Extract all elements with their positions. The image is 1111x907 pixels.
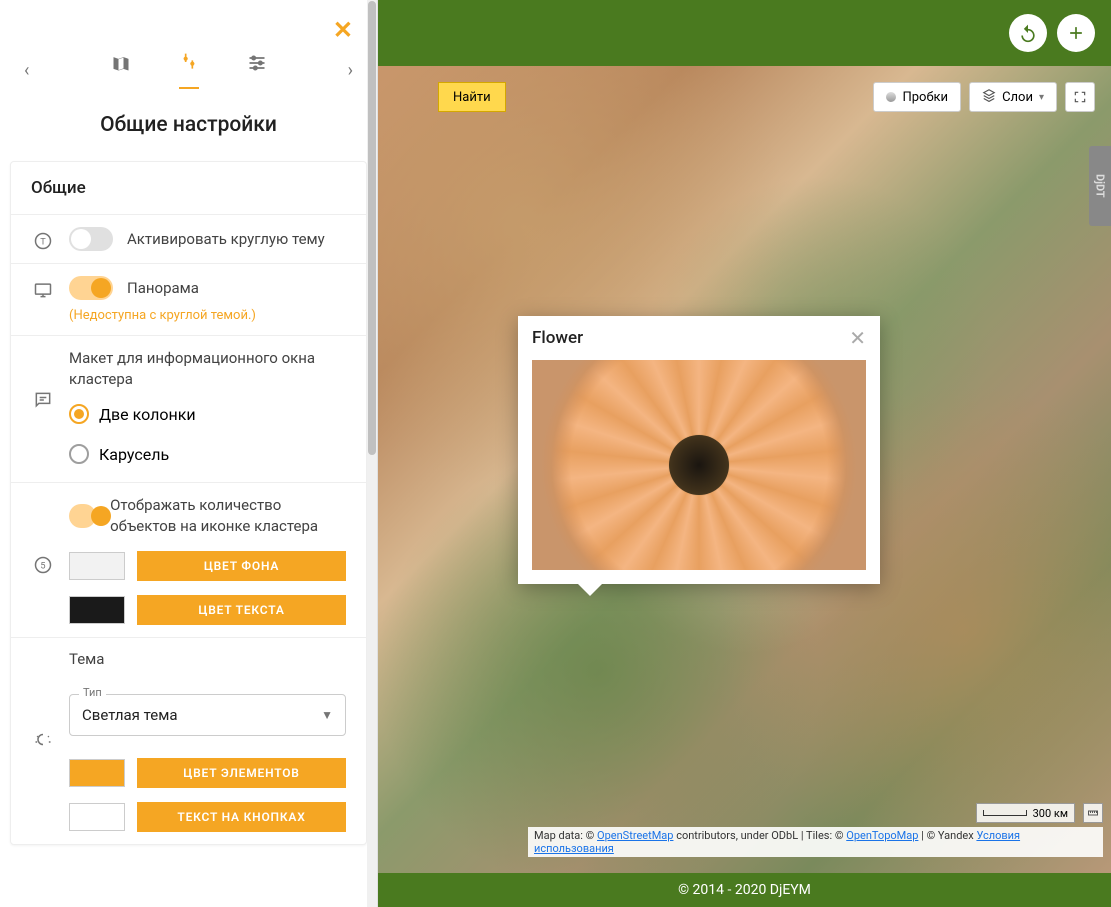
map-canvas[interactable]: Найти Пробки Слои ▾ DjDT Flower ✕ [378, 66, 1111, 873]
osm-link[interactable]: OpenStreetMap [597, 829, 673, 842]
radio-carousel[interactable]: Карусель [69, 438, 346, 470]
layers-icon [982, 88, 996, 106]
tab-sliders-icon[interactable] [247, 53, 267, 88]
chevron-down-icon: ▼ [321, 708, 333, 722]
panorama-label: Панорама [127, 278, 199, 299]
elements-color-swatch[interactable] [69, 759, 125, 787]
tabs-next-icon[interactable]: › [344, 56, 357, 85]
djdt-tab[interactable]: DjDT [1089, 146, 1111, 226]
map-bottom-info: 300 км Map data: © OpenStreetMap contrib… [528, 803, 1103, 857]
traffic-icon [886, 92, 896, 102]
theme-icon [31, 732, 55, 752]
chevron-down-icon: ▾ [1039, 92, 1044, 103]
radio-two-columns[interactable]: Две колонки [69, 398, 346, 430]
select-value: Светлая тема [82, 706, 178, 724]
setting-cluster-layout: Макет для информационного окна кластера … [11, 335, 366, 482]
otm-link[interactable]: OpenTopoMap [846, 829, 918, 842]
traffic-label: Пробки [902, 90, 948, 105]
general-card: Общие T Активировать круглую тему [10, 161, 367, 845]
theme-heading: Тема [69, 650, 346, 668]
tab-settings-icon[interactable] [179, 52, 199, 89]
add-button[interactable] [1057, 14, 1095, 52]
setting-round-theme: T Активировать круглую тему [11, 214, 366, 263]
toggle-round-theme[interactable] [69, 227, 113, 251]
scale-bar: 300 км [976, 803, 1075, 823]
footer: © 2014 - 2020 DjEYM [378, 873, 1111, 907]
text-color-swatch[interactable] [69, 596, 125, 624]
text-color-button[interactable]: ЦВЕТ ТЕКСТА [137, 595, 346, 625]
button-text-color-button[interactable]: ТЕКСТ НА КНОПКАХ [137, 802, 346, 832]
select-label: Тип [79, 686, 106, 699]
theme-select[interactable]: Светлая тема ▼ [69, 694, 346, 736]
toggle-panorama[interactable] [69, 276, 113, 300]
bg-color-swatch[interactable] [69, 552, 125, 580]
radio-label: Две колонки [99, 405, 196, 424]
button-text-color-swatch[interactable] [69, 803, 125, 831]
main-area: Найти Пробки Слои ▾ DjDT Flower ✕ [378, 0, 1111, 907]
toggle-cluster-count[interactable] [69, 504, 96, 528]
radio-icon [69, 444, 89, 464]
close-icon[interactable]: ✕ [849, 326, 866, 350]
text-circle-icon: T [31, 231, 55, 251]
bg-color-button[interactable]: ЦВЕТ ФОНА [137, 551, 346, 581]
balloon-title: Flower [532, 328, 583, 348]
tab-map-icon[interactable] [111, 53, 131, 88]
elements-color-button[interactable]: ЦВЕТ ЭЛЕМЕНТОВ [137, 758, 346, 788]
card-header: Общие [11, 162, 366, 214]
fullscreen-button[interactable] [1065, 82, 1095, 112]
radio-label: Карусель [99, 445, 169, 464]
round-theme-label: Активировать круглую тему [127, 229, 325, 250]
badge-count-icon: 5 [31, 555, 55, 575]
scale-text: 300 км [1033, 807, 1068, 820]
layers-button[interactable]: Слои ▾ [969, 82, 1057, 112]
radio-icon [69, 404, 89, 424]
tabs-prev-icon[interactable]: ‹ [20, 56, 33, 85]
map-attribution: Map data: © OpenStreetMap contributors, … [528, 827, 1103, 857]
desktop-icon [31, 280, 55, 300]
panorama-sub: (Недоступна с круглой темой.) [69, 308, 346, 323]
tab-nav: ‹ › [0, 44, 377, 97]
header-bar [378, 0, 1111, 66]
setting-theme: Тема Тип Светлая тема ▼ ЦВЕТ ЭЛЕМЕНТОВ [11, 637, 366, 844]
settings-sidebar: ✕ ‹ › Общие настройки Общие [0, 0, 378, 907]
close-icon[interactable]: ✕ [333, 16, 353, 44]
setting-panorama: Панорама (Недоступна с круглой темой.) [11, 263, 366, 335]
page-title: Общие настройки [0, 97, 377, 161]
balloon-image [532, 360, 866, 570]
map-balloon: Flower ✕ [518, 316, 880, 584]
sidebar-scrollbar[interactable] [367, 0, 377, 907]
layers-label: Слои [1002, 90, 1033, 105]
cluster-layout-label: Макет для информационного окна кластера [69, 348, 346, 390]
cluster-count-label: Отображать количество объектов на иконке… [110, 495, 346, 537]
find-button[interactable]: Найти [438, 82, 506, 112]
svg-text:5: 5 [40, 561, 45, 571]
undo-button[interactable] [1009, 14, 1047, 52]
ruler-icon[interactable] [1083, 803, 1103, 823]
chat-icon [31, 390, 55, 410]
traffic-button[interactable]: Пробки [873, 82, 961, 112]
setting-cluster-count: 5 Отображать количество объектов на икон… [11, 482, 366, 637]
svg-text:T: T [40, 237, 46, 247]
